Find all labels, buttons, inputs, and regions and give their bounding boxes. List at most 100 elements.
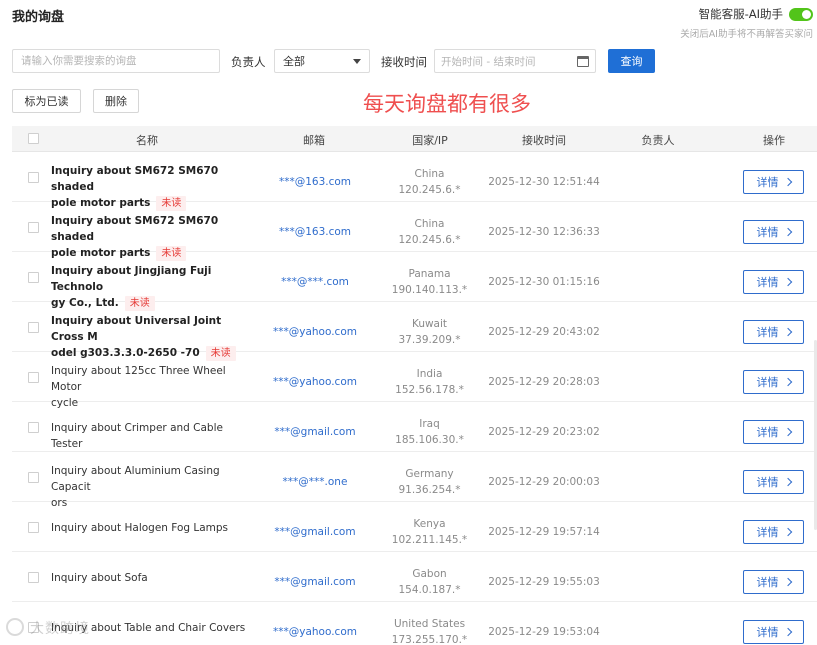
column-country-ip: 国家/IP (412, 134, 448, 147)
detail-button[interactable]: 详情 (743, 220, 804, 244)
country-ip-cell: Gabon 154.0.187.* (377, 566, 482, 598)
ip-text: 185.106.30.* (395, 434, 464, 446)
row-checkbox[interactable] (28, 322, 39, 333)
detail-button[interactable]: 详情 (743, 520, 804, 544)
email-cell[interactable]: ***@gmail.com (257, 526, 373, 538)
received-time-cell: 2025-12-29 19:55:03 (488, 576, 600, 588)
table-row[interactable]: Inquiry about Sofa ***@gmail.com Gabon 154.… (12, 553, 817, 602)
chevron-right-icon (783, 177, 792, 187)
received-time-cell: 2025-12-29 19:53:04 (488, 626, 600, 638)
detail-button-label: 详情 (756, 226, 779, 239)
ip-text: 91.36.254.* (398, 484, 461, 496)
email-cell[interactable]: ***@gmail.com (257, 576, 373, 588)
email-cell[interactable]: ***@yahoo.com (257, 326, 373, 338)
inquiry-name[interactable]: Inquiry about Halogen Fog Lamps (51, 520, 256, 536)
ip-text: 190.140.113.* (391, 284, 468, 296)
row-checkbox[interactable] (28, 522, 39, 533)
select-all-checkbox[interactable] (28, 133, 39, 144)
email-cell[interactable]: ***@***.com (257, 276, 373, 288)
inquiry-name[interactable]: Inquiry about Sofa (51, 570, 256, 586)
inquiry-name-line1: Inquiry about SM672 SM670 shaded (51, 165, 219, 193)
detail-button[interactable]: 详情 (743, 170, 804, 194)
detail-button[interactable]: 详情 (743, 620, 804, 644)
detail-button[interactable]: 详情 (743, 320, 804, 344)
table-row[interactable]: Inquiry about Halogen Fog Lamps ***@gmail… (12, 503, 817, 552)
country-text: India (416, 368, 443, 380)
inquiry-name-line1: Inquiry about Jingjiang Fuji Technolo (51, 265, 212, 293)
detail-button-label: 详情 (756, 276, 779, 289)
email-cell[interactable]: ***@163.com (257, 176, 373, 188)
inquiry-name-line1: Inquiry about Crimper and Cable Tester (51, 422, 223, 450)
table-row[interactable]: Inquiry about SM672 SM670 shaded pole mot… (12, 203, 817, 261)
email-cell[interactable]: ***@***.one (257, 476, 373, 488)
table-row[interactable]: Inquiry about 125cc Three Wheel Motor cyc… (12, 353, 817, 409)
table-row[interactable]: Inquiry about Jingjiang Fuji Technolo gy … (12, 253, 817, 311)
table-row[interactable]: Inquiry about Crimper and Cable Tester **… (12, 403, 817, 452)
query-button[interactable]: 查询 (608, 49, 655, 73)
owner-select[interactable]: 全部 (274, 49, 370, 73)
detail-button-label: 详情 (756, 176, 779, 189)
mark-read-button[interactable]: 标为已读 (12, 89, 81, 113)
table-row[interactable]: Inquiry about Aluminium Casing Capacit or… (12, 453, 817, 509)
email-cell[interactable]: ***@yahoo.com (257, 376, 373, 388)
email-cell[interactable]: ***@gmail.com (257, 426, 373, 438)
received-time-cell: 2025-12-29 19:57:14 (488, 526, 600, 538)
country-text: Gabon (412, 568, 447, 580)
country-text: China (414, 218, 445, 230)
row-checkbox[interactable] (28, 422, 39, 433)
table-row[interactable]: Inquiry about Table and Chair Covers ***@… (12, 603, 817, 645)
ai-assistant-hint: 关闭后AI助手将不再解答买家问 (680, 29, 813, 40)
detail-button-label: 详情 (756, 576, 779, 589)
table-row[interactable]: Inquiry about Universal Joint Cross Mode… (12, 303, 817, 361)
chevron-right-icon (783, 377, 792, 387)
detail-button-label: 详情 (756, 426, 779, 439)
country-text: Kuwait (411, 318, 448, 330)
received-time-cell: 2025-12-30 12:36:33 (488, 226, 600, 238)
row-checkbox[interactable] (28, 172, 39, 183)
country-text: Panama (408, 268, 451, 280)
table-row[interactable]: Inquiry about SM672 SM670 shaded pole mot… (12, 153, 817, 211)
inquiry-name[interactable]: Inquiry about Crimper and Cable Tester (51, 420, 256, 452)
country-text: Kenya (413, 518, 446, 530)
date-range-placeholder: 开始时间 - 结束时间 (441, 55, 536, 68)
column-email: 邮箱 (303, 134, 325, 147)
detail-button[interactable]: 详情 (743, 370, 804, 394)
chevron-right-icon (783, 227, 792, 237)
ai-assistant-toggle[interactable] (789, 7, 813, 21)
detail-button[interactable]: 详情 (743, 570, 804, 594)
inquiry-name-line1: Inquiry about 125cc Three Wheel Motor (51, 365, 226, 393)
watermark-text: 大数跨境 (30, 621, 90, 637)
detail-button-label: 详情 (756, 326, 779, 339)
ip-text: 120.245.6.* (398, 234, 461, 246)
date-range-picker[interactable]: 开始时间 - 结束时间 (434, 49, 596, 73)
country-ip-cell: Iraq 185.106.30.* (377, 416, 482, 448)
detail-button[interactable]: 详情 (743, 270, 804, 294)
table-header: 名称 邮箱 国家/IP 接收时间 负责人 操作 (12, 126, 817, 152)
owner-select-value: 全部 (283, 55, 305, 68)
detail-button-label: 详情 (756, 476, 779, 489)
column-actions: 操作 (763, 134, 785, 147)
received-time-cell: 2025-12-29 20:23:02 (488, 426, 600, 438)
chevron-right-icon (783, 327, 792, 337)
detail-button-label: 详情 (756, 376, 779, 389)
email-cell[interactable]: ***@163.com (257, 226, 373, 238)
row-checkbox[interactable] (28, 572, 39, 583)
row-checkbox[interactable] (28, 272, 39, 283)
chevron-right-icon (783, 277, 792, 287)
detail-button[interactable]: 详情 (743, 420, 804, 444)
received-time-cell: 2025-12-29 20:00:03 (488, 476, 600, 488)
row-checkbox[interactable] (28, 372, 39, 383)
search-input[interactable] (12, 49, 220, 73)
row-checkbox[interactable] (28, 472, 39, 483)
email-cell[interactable]: ***@yahoo.com (257, 626, 373, 638)
country-ip-cell: Kenya 102.211.145.* (377, 516, 482, 548)
country-ip-cell: Germany 91.36.254.* (377, 466, 482, 498)
column-received-time: 接收时间 (522, 134, 566, 147)
row-checkbox[interactable] (28, 222, 39, 233)
ip-text: 173.255.170.* (391, 634, 468, 645)
ip-text: 152.56.178.* (395, 384, 464, 396)
detail-button-label: 详情 (756, 526, 779, 539)
delete-button[interactable]: 删除 (93, 89, 139, 113)
detail-button[interactable]: 详情 (743, 470, 804, 494)
inquiry-name-line1: Inquiry about Halogen Fog Lamps (51, 522, 229, 534)
